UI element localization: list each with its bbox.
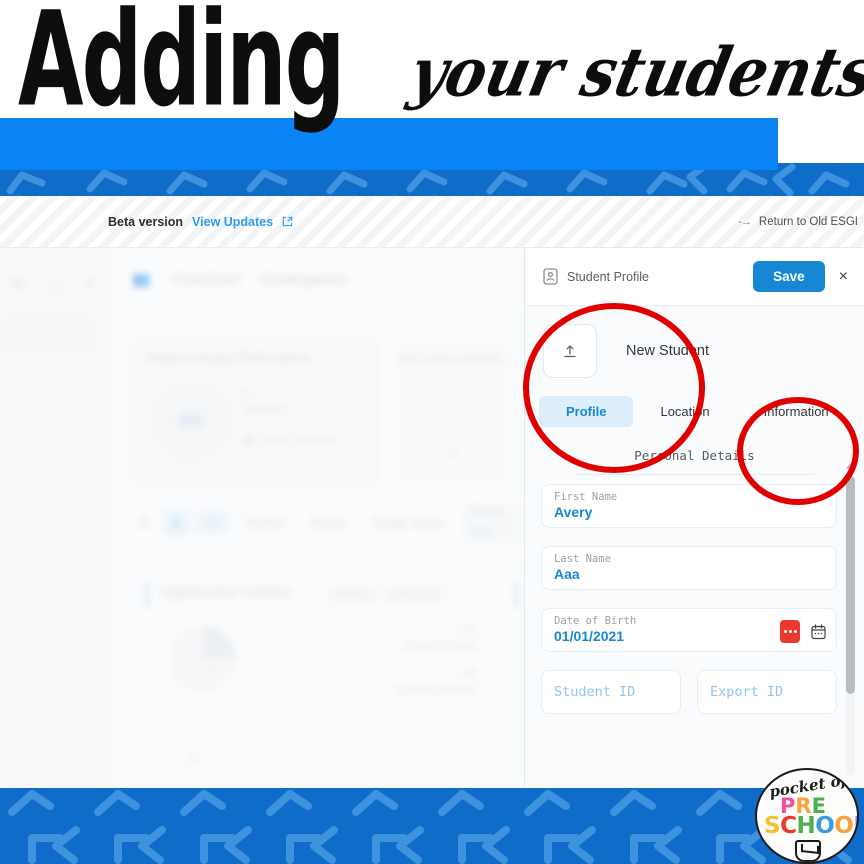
title-banner: Adding your students [0, 0, 864, 196]
scrollbar-thumb[interactable] [846, 476, 855, 694]
first-name-value: Avery [554, 503, 593, 520]
date-of-birth-field[interactable]: Date of Birth 01/01/2021 [541, 608, 837, 652]
card-accent-bar [144, 582, 150, 608]
test-card-more-icon[interactable]: ⋯ [144, 749, 159, 766]
export-id-field[interactable]: Export ID [697, 670, 837, 714]
personal-details-form: First Name Avery Last Name Aaa Date of B… [541, 484, 837, 714]
students-group-icon: 👥 [132, 271, 151, 288]
export-id-placeholder: Export ID [710, 684, 784, 700]
filter-pill-yesno[interactable]: Yes/No [234, 511, 296, 535]
arrow-right-icon: -→ [738, 215, 752, 228]
more-vertical-icon[interactable]: ⋮ [47, 276, 63, 296]
test-card-pie-slice [203, 626, 236, 659]
card2-accent-bar [514, 582, 520, 608]
sessions-count: 0 [242, 386, 249, 400]
tested-filter-value: Any [470, 523, 493, 538]
pocket-of-preschool-logo: pocket of PRE SCHOOL [755, 768, 859, 864]
class-tab-kindergarten[interactable]: Kindergarten [261, 271, 347, 288]
background-app-blurred: ✎ ⋮ + 👥 Preschool Kindergarten Add more … [0, 248, 525, 788]
plus-icon[interactable]: + [85, 276, 94, 296]
class-tab-preschool[interactable]: Preschool [173, 271, 240, 288]
student-tested-value: —/0 [455, 624, 476, 636]
save-button[interactable]: Save [753, 261, 825, 292]
class-tabs: 👥 Preschool Kindergarten [132, 270, 347, 289]
student-id-field[interactable]: Student ID [541, 670, 681, 714]
performance-percent: 0% [178, 411, 204, 430]
test-card-history-icon[interactable]: ⏱ [188, 752, 198, 768]
annotation-circle-information-tab [737, 397, 859, 505]
list-view-icon[interactable]: ☰ [130, 510, 158, 536]
filter-pill-single-score[interactable]: Single Score [362, 511, 455, 535]
last-name-label: Last Name [554, 552, 611, 565]
screenshot-root: Adding your students Beta version View U… [0, 0, 864, 864]
red-dots-icon[interactable] [780, 620, 800, 643]
test-card-uppercase-letters[interactable]: Uppercase Letters Yes/No K.RF.1.A.a — —/… [130, 566, 492, 776]
since-last-week-label: Since Last Week [261, 435, 336, 446]
performance-widget-title: Yearly Average Performance [146, 350, 311, 365]
student-id-placeholder: Student ID [554, 684, 636, 700]
app-body: ✎ ⋮ + 👥 Preschool Kindergarten Add more … [0, 248, 864, 788]
return-to-old-esgi-link[interactable]: Return to Old ESGI [759, 216, 858, 228]
last-name-field[interactable]: Last Name Aaa [541, 546, 837, 590]
logo-school-text: SCHOOL [764, 813, 857, 839]
annotation-circle-new-student [523, 303, 705, 473]
panel-scrollbar[interactable] [846, 463, 855, 776]
correct-answers-value: —/0 [455, 668, 476, 680]
left-rail: ✎ ⋮ + [0, 248, 112, 788]
correct-answers-label: Correct answers [395, 684, 476, 696]
test-card-type-chip: Yes/No [326, 586, 378, 603]
performance-widget: Yearly Average Performance 0% 0 Sessions… [130, 336, 380, 486]
calendar-icon[interactable] [811, 623, 826, 640]
since-last-week: Since Last Week [242, 434, 336, 447]
filter-pill-rubric[interactable]: Rubric [300, 511, 358, 535]
last-name-value: Aaa [554, 565, 580, 582]
view-updates-link[interactable]: View Updates [192, 215, 273, 229]
beta-bar: Beta version View Updates -→ Return to O… [0, 196, 864, 248]
test-card-dash: — [208, 659, 221, 674]
student-tested-label: Student Tested [402, 640, 476, 652]
background-main: 👥 Preschool Kindergarten Add more widget… [112, 248, 525, 788]
test-card-title: Uppercase Letters [160, 584, 291, 601]
add-widget-plus-icon[interactable]: + [448, 444, 458, 464]
page-title-main: Adding [18, 0, 345, 136]
beta-version-label: Beta version [108, 214, 184, 229]
beta-bar-right[interactable]: -→ Return to Old ESGI [738, 216, 858, 228]
external-link-icon[interactable] [282, 216, 293, 227]
rail-card [0, 318, 96, 352]
id-card-icon [543, 268, 558, 285]
panel-title: Student Profile [567, 269, 649, 284]
filter-pill-all[interactable]: All [194, 511, 230, 535]
beta-bar-left: Beta version View Updates [108, 215, 293, 229]
date-of-birth-icons [780, 620, 826, 643]
bottom-banner [0, 788, 864, 864]
filter-toolbar: ☰ ▦ All Yes/No Rubric Single Score [130, 510, 455, 536]
chevron-pattern-bottom [8, 790, 854, 864]
pencil-icon[interactable]: ✎ [12, 276, 25, 296]
close-icon[interactable]: × [839, 268, 848, 286]
tested-filter-label: Tested [470, 506, 503, 518]
performance-donut: 0% [152, 382, 230, 460]
test-card-secondary[interactable]: ⋯ [502, 566, 525, 776]
add-widgets-label: Add more widgets [398, 350, 503, 365]
rail-icon-group: ✎ ⋮ + [12, 276, 95, 296]
trend-icon [242, 434, 255, 447]
panel-header: Student Profile Save × [525, 248, 864, 306]
grid-view-icon[interactable]: ▦ [162, 510, 190, 536]
page-title-script: your students [403, 34, 864, 113]
logo-badge-icon [795, 840, 821, 862]
sessions-label: Sessions [242, 404, 287, 416]
id-fields-row: Student ID Export ID [541, 670, 837, 714]
test-card-standard-chip: K.RF.1.A.a [380, 586, 448, 603]
